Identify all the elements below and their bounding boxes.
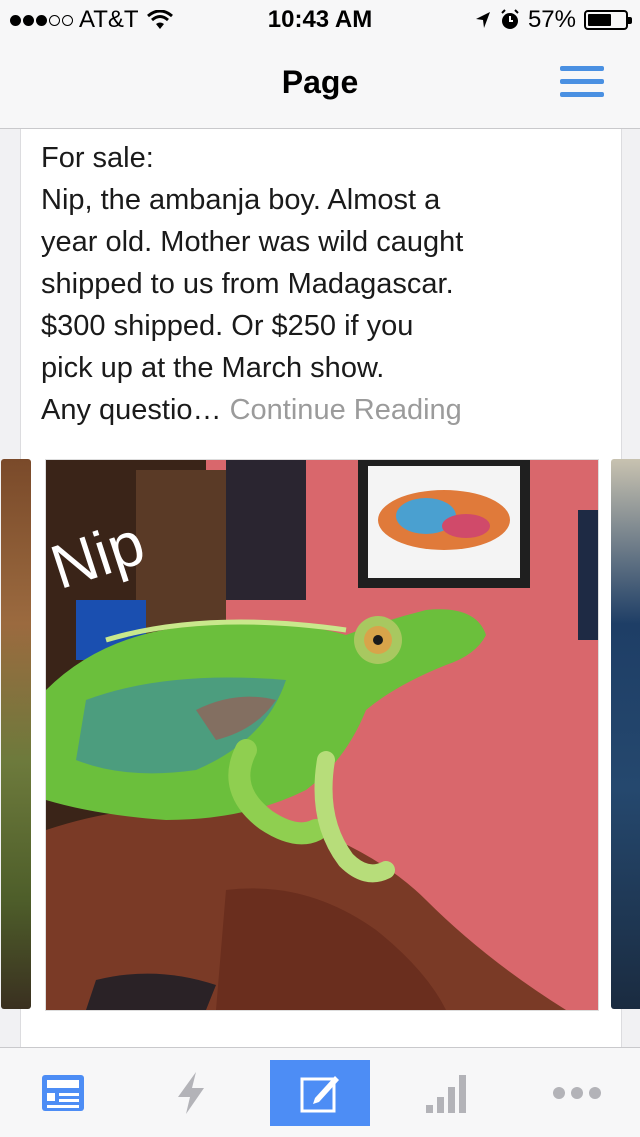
battery-percent: 57% [527,6,576,33]
post-card: For sale: Nip, the ambanja boy. Almost a… [1,129,640,1047]
post-line: pick up at the March show. [41,352,385,384]
navigation-bar: Page [0,40,640,129]
tab-page[interactable] [13,1060,113,1126]
alarm-icon [501,9,519,29]
post-line: Nip, the ambanja boy. Almost a [41,184,441,216]
chameleon-photo-image: Nip [46,460,598,1010]
status-bar: AT&T 10:43 AM 57% [0,0,640,40]
post-line: year old. Mother was wild caught [41,226,464,258]
page-title: Page [281,64,359,100]
tab-activity[interactable] [141,1060,241,1126]
post-photo[interactable]: Nip [45,459,599,1011]
location-arrow-icon [475,12,490,28]
continue-reading-link[interactable]: Continue Reading [230,394,462,426]
tab-compose[interactable] [270,1060,370,1126]
tab-bar [0,1047,640,1137]
previous-photo[interactable] [1,459,31,1009]
truncated-text: Any questio… [41,394,222,426]
status-right-group: 57% [474,6,632,34]
post-line: $300 shipped. Or $250 if you [41,310,414,342]
post-line: shipped to us from Madagascar. [41,268,454,300]
post-line-last: Any questio… Continue Reading [41,389,601,431]
more-icon [553,1087,601,1099]
next-photo[interactable] [611,459,640,1009]
hamburger-menu-icon[interactable] [560,66,604,98]
post-line: For sale: [41,142,154,174]
compose-icon [300,1076,339,1113]
tab-more[interactable] [527,1060,627,1126]
feed[interactable]: For sale: Nip, the ambanja boy. Almost a… [0,129,640,1047]
post-text: For sale: Nip, the ambanja boy. Almost a… [41,137,601,431]
tab-insights[interactable] [397,1060,497,1126]
page-icon [42,1075,84,1111]
lightning-icon [178,1072,204,1114]
insights-icon [426,1075,466,1113]
battery-icon [584,10,632,30]
